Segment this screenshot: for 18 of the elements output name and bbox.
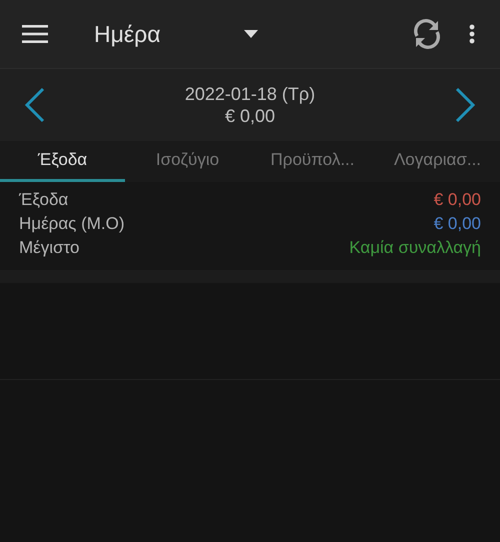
view-title[interactable]: Ημέρα [94, 20, 234, 48]
summary-value: € 0,00 [434, 189, 481, 211]
menu-icon[interactable] [22, 24, 48, 44]
day-total: € 0,00 [224, 105, 276, 127]
tab[interactable]: Προϋπολ... [250, 141, 375, 182]
summary-value: € 0,00 [434, 213, 481, 235]
summary-label: Ημέρας (Μ.Ο) [19, 213, 124, 235]
summary-value: Καμία συναλλαγή [349, 237, 481, 259]
tab[interactable]: Ισοζύγιο [125, 141, 250, 182]
summary-label: Μέγιστο [19, 237, 80, 259]
tab[interactable]: Λογαριασ... [375, 141, 500, 182]
dropdown-caret-icon[interactable] [244, 30, 258, 38]
sync-icon[interactable] [411, 18, 443, 50]
more-options-icon[interactable] [469, 24, 475, 44]
date-text: 2022-01-18 (Τρ) [184, 83, 316, 105]
previous-icon[interactable] [24, 87, 46, 123]
next-icon[interactable] [454, 87, 476, 123]
summary-label: Έξοδα [19, 189, 68, 211]
